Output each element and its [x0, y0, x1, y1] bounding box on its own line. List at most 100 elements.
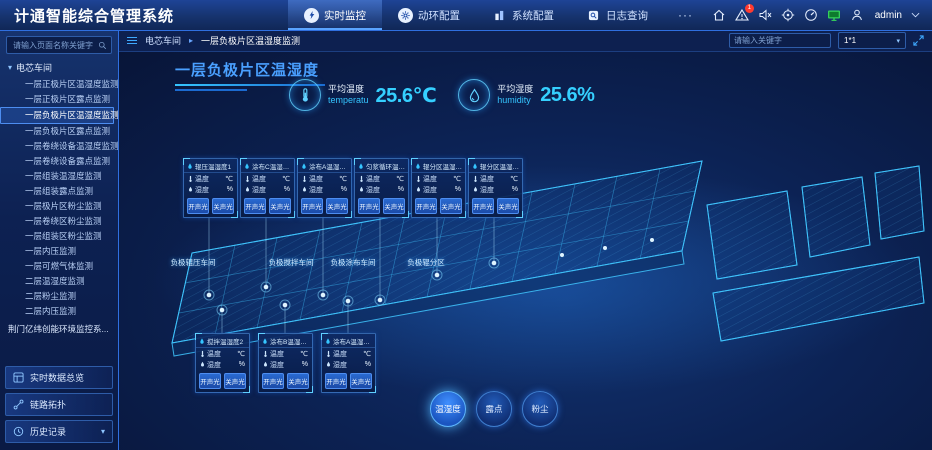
- sensor-card-title: 匀浆循环温湿度: [366, 161, 405, 171]
- sidebar-item-15[interactable]: 二层内压监测: [0, 304, 118, 319]
- sidebar-item-12[interactable]: 一层可燃气体监测: [0, 259, 118, 274]
- target-icon[interactable]: [781, 8, 795, 22]
- alert-count-badge: 1: [745, 4, 754, 13]
- sensor-card[interactable]: 涂布B温湿度2 温度 ℃ 湿度 % 开声光 关声光: [258, 333, 313, 393]
- gauge-icon[interactable]: [804, 8, 818, 22]
- link-topology-icon: [13, 399, 24, 410]
- sound-light-on-button[interactable]: 开声光: [187, 198, 209, 214]
- sensor-card[interactable]: 涂布A温湿度2 温度 ℃ 湿度 % 开声光 关声光: [321, 333, 376, 393]
- sensor-card-title: 搅拌温湿度2: [207, 336, 243, 346]
- sensor-card[interactable]: 涂布A温湿度1 温度 ℃ 湿度 % 开声光 关声光: [297, 158, 352, 218]
- sidebar-item-5[interactable]: 一层卷绕设备露点监测: [0, 154, 118, 169]
- data-overview-icon: [13, 372, 24, 383]
- thermometer-icon: [263, 350, 268, 358]
- sound-light-off-button[interactable]: 关声光: [440, 198, 462, 214]
- sound-light-on-button[interactable]: 开声光: [262, 373, 284, 389]
- sensor-droplet-icon: [187, 163, 193, 170]
- sidebar-footer: 实时数据总览 链路拓扑 历史记录 ▾: [0, 362, 118, 447]
- sensor-droplet-icon: [301, 163, 307, 170]
- keyword-search-input[interactable]: [729, 33, 831, 48]
- mode-button-0[interactable]: 温湿度: [430, 391, 466, 427]
- sidebar-group-factory[interactable]: 荆门亿纬创能环境监控系...: [0, 319, 118, 339]
- sound-light-off-button[interactable]: 关声光: [326, 198, 348, 214]
- sidebar-item-6[interactable]: 一层组装温湿度监测: [0, 169, 118, 184]
- user-icon[interactable]: [850, 8, 864, 22]
- sensor-droplet-icon: [325, 338, 331, 345]
- nav-item-3[interactable]: 日志查询: [570, 0, 664, 30]
- sidebar-item-4[interactable]: 一层卷绕设备温湿度监测: [0, 139, 118, 154]
- breadcrumb-root[interactable]: 电芯车间: [145, 34, 181, 47]
- layout-select[interactable]: 1*1 ▾: [838, 32, 906, 49]
- sound-light-off-button[interactable]: 关声光: [224, 373, 246, 389]
- data-overview-button[interactable]: 实时数据总览: [5, 366, 113, 389]
- home-icon[interactable]: [712, 8, 726, 22]
- sensor-card-title: 辊分区温湿度1: [423, 161, 462, 171]
- page-title: 一层负极片区温湿度: [175, 59, 325, 80]
- sound-light-on-button[interactable]: 开声光: [244, 198, 266, 214]
- sidebar-item-8[interactable]: 一层极片区粉尘监测: [0, 199, 118, 214]
- sidebar-item-11[interactable]: 一层内压监测: [0, 244, 118, 259]
- mode-button-1[interactable]: 露点: [476, 391, 512, 427]
- sidebar-item-7[interactable]: 一层组装露点监测: [0, 184, 118, 199]
- thermometer-icon: [416, 175, 421, 183]
- nav-item-2[interactable]: 系统配置: [476, 0, 570, 30]
- sensor-card[interactable]: 搅拌温湿度2 温度 ℃ 湿度 % 开声光 关声光: [195, 333, 250, 393]
- avg-temperature-value: 25.6℃: [376, 83, 437, 108]
- sound-light-off-button[interactable]: 关声光: [269, 198, 291, 214]
- sidebar-item-3[interactable]: 一层负极片区露点监测: [0, 124, 118, 139]
- nav-item-0[interactable]: 实时监控: [288, 0, 382, 30]
- sidebar-group-workshop[interactable]: ▾ 电芯车间: [0, 58, 118, 77]
- sound-light-on-button[interactable]: 开声光: [358, 198, 380, 214]
- sound-light-on-button[interactable]: 开声光: [301, 198, 323, 214]
- sensor-card-title: 涂布B温湿度2: [270, 336, 309, 346]
- sound-light-off-button[interactable]: 关声光: [383, 198, 405, 214]
- sound-light-on-button[interactable]: 开声光: [325, 373, 347, 389]
- sound-light-off-button[interactable]: 关声光: [212, 198, 234, 214]
- history-button[interactable]: 历史记录 ▾: [5, 420, 113, 443]
- mode-button-2[interactable]: 粉尘: [522, 391, 558, 427]
- sensor-card[interactable]: 辊分区温湿度1 温度 ℃ 湿度 % 开声光 关声光: [411, 158, 466, 218]
- mute-icon[interactable]: [758, 8, 772, 22]
- fullscreen-icon[interactable]: [913, 35, 924, 46]
- sidebar-item-14[interactable]: 二层粉尘监测: [0, 289, 118, 304]
- chevron-down-icon[interactable]: [911, 12, 920, 18]
- sidebar-item-10[interactable]: 一层组装区粉尘监测: [0, 229, 118, 244]
- droplet-icon: [416, 186, 421, 193]
- sound-light-on-button[interactable]: 开声光: [199, 373, 221, 389]
- sound-light-on-button[interactable]: 开声光: [472, 198, 494, 214]
- sound-light-off-button[interactable]: 关声光: [287, 373, 309, 389]
- sound-light-on-button[interactable]: 开声光: [415, 198, 437, 214]
- sidebar-item-1[interactable]: 一层正极片区露点监测: [0, 92, 118, 107]
- droplet-icon: [200, 361, 205, 368]
- zone-label-3: 负极辊分区: [407, 257, 445, 268]
- link-topology-button[interactable]: 链路拓扑: [5, 393, 113, 416]
- sound-light-off-button[interactable]: 关声光: [350, 373, 372, 389]
- sidebar-search[interactable]: [6, 36, 112, 54]
- droplet-icon: [359, 186, 364, 193]
- sensor-droplet-icon: [358, 163, 364, 170]
- main-nav: 实时监控 动环配置 系统配置 日志查询: [288, 0, 664, 30]
- sensor-droplet-icon: [244, 163, 250, 170]
- sidebar-search-input[interactable]: [11, 40, 95, 51]
- sidebar: ▾ 电芯车间 一层正极片区温湿度监测一层正极片区露点监测一层负极片区温湿度监测一…: [0, 30, 119, 450]
- droplet-icon: [188, 186, 193, 193]
- alarm-icon[interactable]: 1: [735, 8, 749, 22]
- collapse-sidebar-icon[interactable]: [127, 35, 137, 46]
- sensor-droplet-icon: [415, 163, 421, 170]
- sidebar-item-2[interactable]: 一层负极片区温湿度监测: [0, 107, 114, 124]
- nav-more-button[interactable]: ···: [664, 8, 707, 22]
- sound-light-off-button[interactable]: 关声光: [497, 198, 519, 214]
- sidebar-item-9[interactable]: 一层卷绕区粉尘监测: [0, 214, 118, 229]
- nav-item-1[interactable]: 动环配置: [382, 0, 476, 30]
- sensor-card[interactable]: 匀浆循环温湿度 温度 ℃ 湿度 % 开声光 关声光: [354, 158, 409, 218]
- sensor-card[interactable]: 辊分区温湿度2 温度 ℃ 湿度 % 开声光 关声光: [468, 158, 523, 218]
- monitor-icon[interactable]: [827, 8, 841, 22]
- sensor-card[interactable]: 涂布C温湿度1 温度 ℃ 湿度 % 开声光 关声光: [240, 158, 295, 218]
- env-config-icon: [398, 8, 413, 23]
- app-header: 计通智能综合管理系统 实时监控 动环配置 系统配置 日志查询 ··· 1: [0, 0, 932, 31]
- sidebar-item-13[interactable]: 二层温湿度监测: [0, 274, 118, 289]
- user-name[interactable]: admin: [875, 10, 902, 21]
- sensor-card[interactable]: 辊压温湿度1 温度 ℃ 湿度 % 开声光 关声光: [183, 158, 238, 218]
- sidebar-item-0[interactable]: 一层正极片区温湿度监测: [0, 77, 118, 92]
- breadcrumb-current: 一层负极片区温湿度监测: [201, 34, 300, 47]
